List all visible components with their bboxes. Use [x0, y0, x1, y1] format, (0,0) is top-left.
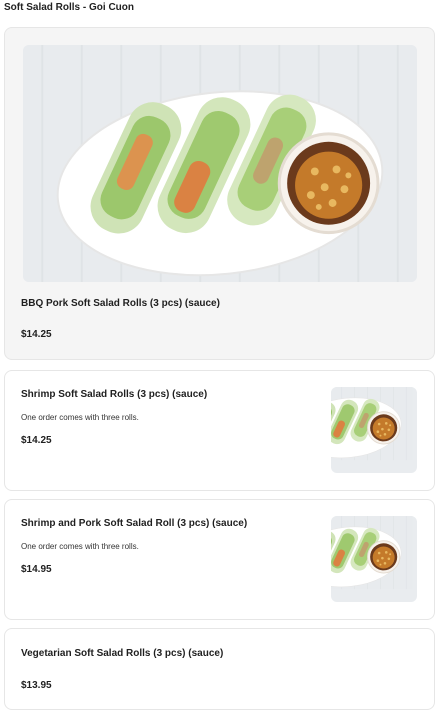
menu-item-card-shrimp-pork[interactable]: Shrimp and Pork Soft Salad Roll (3 pcs) …	[4, 499, 435, 620]
menu-item-card-shrimp[interactable]: Shrimp Soft Salad Rolls (3 pcs) (sauce) …	[4, 370, 435, 491]
item-name: Shrimp Soft Salad Rolls (3 pcs) (sauce)	[21, 389, 208, 400]
salad-rolls-thumbnail-icon	[331, 387, 417, 473]
item-description: One order comes with three rolls.	[21, 542, 139, 551]
item-price: $14.95	[21, 564, 52, 575]
salad-rolls-thumbnail-icon	[331, 516, 417, 602]
item-name: BBQ Pork Soft Salad Rolls (3 pcs) (sauce…	[21, 298, 220, 309]
item-price: $14.25	[21, 435, 52, 446]
item-name: Shrimp and Pork Soft Salad Roll (3 pcs) …	[21, 518, 248, 529]
section-title: Soft Salad Rolls - Goi Cuon	[4, 2, 134, 13]
item-name: Vegetarian Soft Salad Rolls (3 pcs) (sau…	[21, 648, 224, 659]
salad-rolls-photo-icon	[23, 45, 417, 282]
item-description: One order comes with three rolls.	[21, 413, 139, 422]
menu-item-card-bbq-pork[interactable]: BBQ Pork Soft Salad Rolls (3 pcs) (sauce…	[4, 27, 435, 360]
item-price: $13.95	[21, 680, 52, 691]
menu-item-card-vegetarian[interactable]: Vegetarian Soft Salad Rolls (3 pcs) (sau…	[4, 628, 435, 710]
item-price: $14.25	[21, 329, 52, 340]
